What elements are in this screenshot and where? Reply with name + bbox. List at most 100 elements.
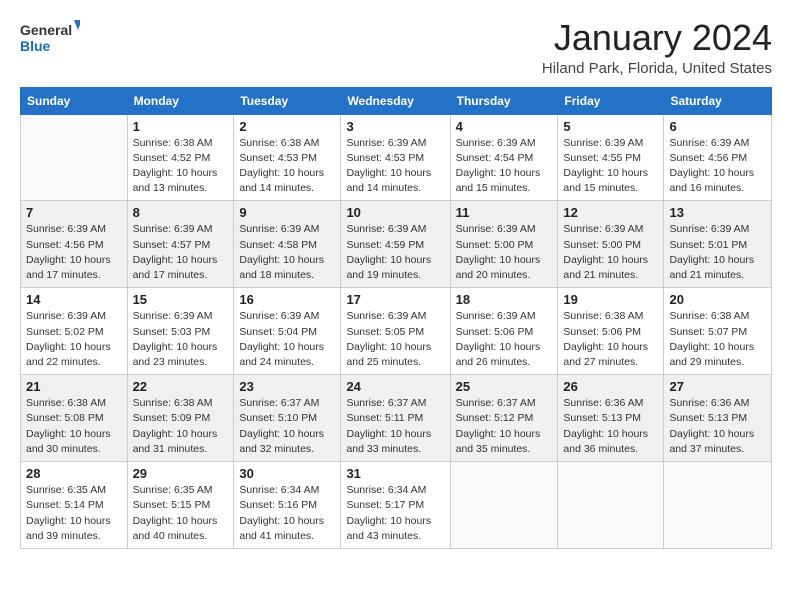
calendar-cell: 13 Sunrise: 6:39 AM Sunset: 5:01 PM Dayli… — [664, 201, 772, 288]
calendar-cell — [450, 462, 558, 549]
day-info: Sunrise: 6:36 AM Sunset: 5:13 PM Dayligh… — [563, 396, 658, 457]
header-cell-saturday: Saturday — [664, 87, 772, 114]
header-cell-sunday: Sunday — [21, 87, 128, 114]
day-info: Sunrise: 6:39 AM Sunset: 4:57 PM Dayligh… — [133, 222, 229, 283]
calendar-cell: 10Sunrise: 6:39 AM Sunset: 4:59 PM Dayli… — [341, 201, 450, 288]
header-row: SundayMondayTuesdayWednesdayThursdayFrid… — [21, 87, 772, 114]
day-info: Sunrise: 6:39 AM Sunset: 4:56 PM Dayligh… — [26, 222, 122, 283]
logo-svg: General Blue — [20, 18, 80, 58]
calendar-cell: 3Sunrise: 6:39 AM Sunset: 4:53 PM Daylig… — [341, 114, 450, 201]
calendar-week-4: 21 Sunrise: 6:38 AM Sunset: 5:08 PM Dayli… — [21, 375, 772, 462]
day-info: Sunrise: 6:34 AM Sunset: 5:16 PM Dayligh… — [239, 483, 335, 544]
day-info: Sunrise: 6:37 AM Sunset: 5:12 PM Dayligh… — [456, 396, 553, 457]
calendar-cell — [558, 462, 664, 549]
day-info: Sunrise: 6:39 AM Sunset: 4:53 PM Dayligh… — [346, 136, 444, 197]
day-number: 25 — [456, 379, 553, 394]
calendar-cell: 4Sunrise: 6:39 AM Sunset: 4:54 PM Daylig… — [450, 114, 558, 201]
calendar-cell: 18Sunrise: 6:39 AM Sunset: 5:06 PM Dayli… — [450, 288, 558, 375]
day-info: Sunrise: 6:39 AM Sunset: 5:01 PM Dayligh… — [669, 222, 766, 283]
calendar-cell: 9 Sunrise: 6:39 AM Sunset: 4:58 PM Daylig… — [234, 201, 341, 288]
day-number: 26 — [563, 379, 658, 394]
day-info: Sunrise: 6:39 AM Sunset: 4:56 PM Dayligh… — [669, 136, 766, 197]
header-cell-tuesday: Tuesday — [234, 87, 341, 114]
calendar-table: SundayMondayTuesdayWednesdayThursdayFrid… — [20, 87, 772, 549]
calendar-cell — [21, 114, 128, 201]
calendar-cell: 22 Sunrise: 6:38 AM Sunset: 5:09 PM Dayli… — [127, 375, 234, 462]
calendar-cell: 20 Sunrise: 6:38 AM Sunset: 5:07 PM Dayli… — [664, 288, 772, 375]
calendar-cell: 24Sunrise: 6:37 AM Sunset: 5:11 PM Dayli… — [341, 375, 450, 462]
day-number: 17 — [346, 292, 444, 307]
day-number: 6 — [669, 119, 766, 134]
day-info: Sunrise: 6:39 AM Sunset: 5:00 PM Dayligh… — [456, 222, 553, 283]
day-number: 8 — [133, 205, 229, 220]
day-number: 11 — [456, 205, 553, 220]
header-cell-friday: Friday — [558, 87, 664, 114]
header-cell-wednesday: Wednesday — [341, 87, 450, 114]
day-info: Sunrise: 6:35 AM Sunset: 5:14 PM Dayligh… — [26, 483, 122, 544]
day-info: Sunrise: 6:35 AM Sunset: 5:15 PM Dayligh… — [133, 483, 229, 544]
calendar-cell: 5Sunrise: 6:39 AM Sunset: 4:55 PM Daylig… — [558, 114, 664, 201]
svg-text:General: General — [20, 22, 72, 38]
day-number: 16 — [239, 292, 335, 307]
svg-text:Blue: Blue — [20, 38, 51, 54]
calendar-cell: 26 Sunrise: 6:36 AM Sunset: 5:13 PM Dayli… — [558, 375, 664, 462]
calendar-cell: 7 Sunrise: 6:39 AM Sunset: 4:56 PM Daylig… — [21, 201, 128, 288]
title-block: January 2024 Hiland Park, Florida, Unite… — [542, 18, 772, 77]
day-info: Sunrise: 6:39 AM Sunset: 5:05 PM Dayligh… — [346, 309, 444, 370]
day-info: Sunrise: 6:39 AM Sunset: 5:03 PM Dayligh… — [133, 309, 229, 370]
day-info: Sunrise: 6:39 AM Sunset: 5:04 PM Dayligh… — [239, 309, 335, 370]
day-info: Sunrise: 6:38 AM Sunset: 5:09 PM Dayligh… — [133, 396, 229, 457]
day-info: Sunrise: 6:37 AM Sunset: 5:10 PM Dayligh… — [239, 396, 335, 457]
calendar-cell: 19 Sunrise: 6:38 AM Sunset: 5:06 PM Dayli… — [558, 288, 664, 375]
day-number: 7 — [26, 205, 122, 220]
calendar-cell: 12 Sunrise: 6:39 AM Sunset: 5:00 PM Dayli… — [558, 201, 664, 288]
calendar-cell: 8 Sunrise: 6:39 AM Sunset: 4:57 PM Daylig… — [127, 201, 234, 288]
calendar-cell: 6 Sunrise: 6:39 AM Sunset: 4:56 PM Daylig… — [664, 114, 772, 201]
calendar-week-1: 1 Sunrise: 6:38 AM Sunset: 4:52 PM Daylig… — [21, 114, 772, 201]
day-number: 31 — [346, 466, 444, 481]
calendar-cell: 2Sunrise: 6:38 AM Sunset: 4:53 PM Daylig… — [234, 114, 341, 201]
day-number: 24 — [346, 379, 444, 394]
day-number: 2 — [239, 119, 335, 134]
day-number: 28 — [26, 466, 122, 481]
day-info: Sunrise: 6:38 AM Sunset: 4:52 PM Dayligh… — [133, 136, 229, 197]
day-info: Sunrise: 6:39 AM Sunset: 4:58 PM Dayligh… — [239, 222, 335, 283]
day-number: 20 — [669, 292, 766, 307]
calendar-cell: 21 Sunrise: 6:38 AM Sunset: 5:08 PM Dayli… — [21, 375, 128, 462]
calendar-cell: 29Sunrise: 6:35 AM Sunset: 5:15 PM Dayli… — [127, 462, 234, 549]
day-info: Sunrise: 6:38 AM Sunset: 5:06 PM Dayligh… — [563, 309, 658, 370]
day-number: 27 — [669, 379, 766, 394]
day-info: Sunrise: 6:38 AM Sunset: 5:08 PM Dayligh… — [26, 396, 122, 457]
calendar-cell: 16 Sunrise: 6:39 AM Sunset: 5:04 PM Dayli… — [234, 288, 341, 375]
calendar-cell: 11 Sunrise: 6:39 AM Sunset: 5:00 PM Dayli… — [450, 201, 558, 288]
day-number: 14 — [26, 292, 122, 307]
calendar-cell: 25 Sunrise: 6:37 AM Sunset: 5:12 PM Dayli… — [450, 375, 558, 462]
calendar-cell: 1 Sunrise: 6:38 AM Sunset: 4:52 PM Daylig… — [127, 114, 234, 201]
calendar-cell: 27Sunrise: 6:36 AM Sunset: 5:13 PM Dayli… — [664, 375, 772, 462]
calendar-cell: 31 Sunrise: 6:34 AM Sunset: 5:17 PM Dayli… — [341, 462, 450, 549]
day-number: 21 — [26, 379, 122, 394]
page: General Blue January 2024 Hiland Park, F… — [0, 0, 792, 612]
day-number: 9 — [239, 205, 335, 220]
day-info: Sunrise: 6:39 AM Sunset: 5:00 PM Dayligh… — [563, 222, 658, 283]
day-number: 1 — [133, 119, 229, 134]
calendar-cell: 30 Sunrise: 6:34 AM Sunset: 5:16 PM Dayli… — [234, 462, 341, 549]
day-info: Sunrise: 6:39 AM Sunset: 5:06 PM Dayligh… — [456, 309, 553, 370]
calendar-week-5: 28 Sunrise: 6:35 AM Sunset: 5:14 PM Dayli… — [21, 462, 772, 549]
day-number: 19 — [563, 292, 658, 307]
calendar-cell: 17 Sunrise: 6:39 AM Sunset: 5:05 PM Dayli… — [341, 288, 450, 375]
calendar-cell: 14 Sunrise: 6:39 AM Sunset: 5:02 PM Dayli… — [21, 288, 128, 375]
day-info: Sunrise: 6:34 AM Sunset: 5:17 PM Dayligh… — [346, 483, 444, 544]
day-number: 13 — [669, 205, 766, 220]
day-info: Sunrise: 6:38 AM Sunset: 5:07 PM Dayligh… — [669, 309, 766, 370]
day-number: 30 — [239, 466, 335, 481]
calendar-cell: 23 Sunrise: 6:37 AM Sunset: 5:10 PM Dayli… — [234, 375, 341, 462]
day-info: Sunrise: 6:39 AM Sunset: 4:55 PM Dayligh… — [563, 136, 658, 197]
day-number: 22 — [133, 379, 229, 394]
day-number: 23 — [239, 379, 335, 394]
day-number: 12 — [563, 205, 658, 220]
subtitle: Hiland Park, Florida, United States — [542, 60, 772, 77]
header-cell-monday: Monday — [127, 87, 234, 114]
day-info: Sunrise: 6:39 AM Sunset: 5:02 PM Dayligh… — [26, 309, 122, 370]
header: General Blue January 2024 Hiland Park, F… — [20, 18, 772, 77]
